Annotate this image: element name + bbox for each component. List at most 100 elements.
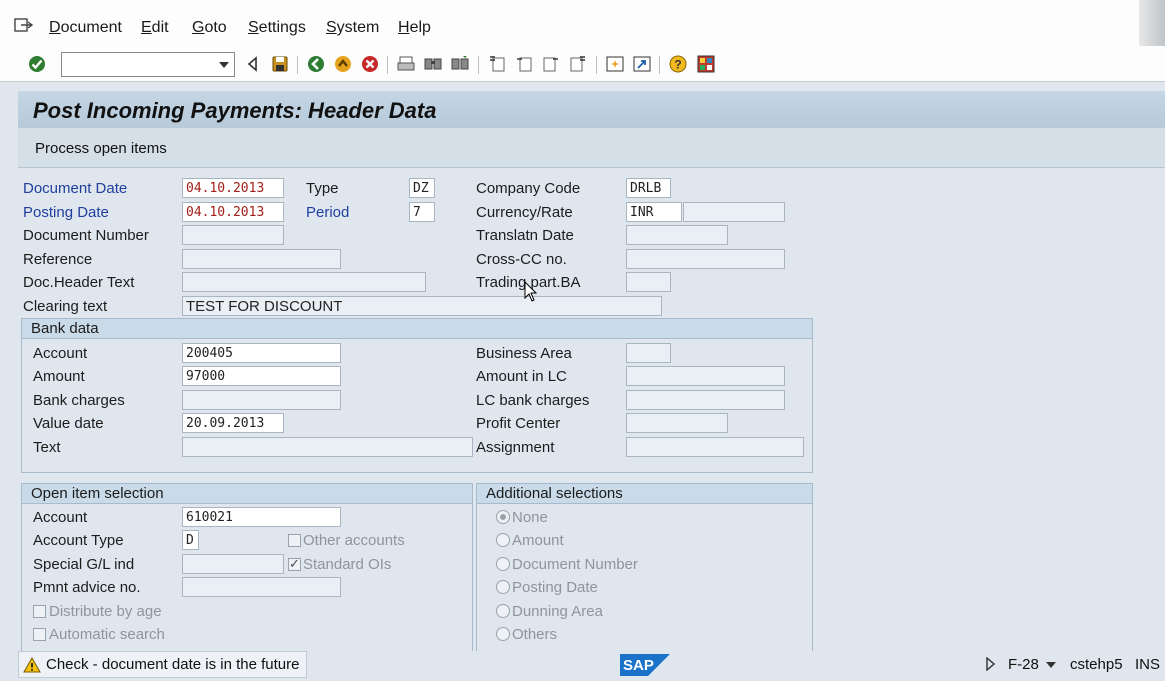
menu-settings[interactable]: Settings <box>248 19 306 37</box>
next-page-icon[interactable] <box>541 54 561 74</box>
radio-dunning-area[interactable] <box>496 604 510 618</box>
document-date-label: Document Date <box>23 180 128 197</box>
oi-account-field[interactable]: 610021 <box>182 507 341 527</box>
document-date-field[interactable]: 04.10.2013 <box>182 178 284 198</box>
last-page-icon[interactable] <box>568 54 588 74</box>
value-date-label: Value date <box>33 415 104 432</box>
amount-field[interactable]: 97000 <box>182 366 341 386</box>
back-arrow-icon[interactable] <box>243 54 263 74</box>
period-label: Period <box>306 204 350 221</box>
lc-bank-charges-field[interactable] <box>626 390 785 410</box>
document-number-field[interactable] <box>182 225 284 245</box>
process-open-items-button[interactable]: Process open items <box>35 140 167 157</box>
insert-mode[interactable]: INS <box>1135 656 1160 673</box>
menu-edit[interactable]: Edit <box>141 19 169 37</box>
print-icon[interactable] <box>396 54 416 74</box>
account-type-field[interactable]: D <box>182 530 199 550</box>
radio-others[interactable] <box>496 627 510 641</box>
radio-amount-label: Amount <box>512 532 564 549</box>
assignment-label: Assignment <box>476 439 555 456</box>
status-dropdown-icon[interactable] <box>1046 662 1056 668</box>
doc-header-text-field[interactable] <box>182 272 426 292</box>
menu-system[interactable]: System <box>326 19 379 37</box>
company-code-field[interactable]: DRLB <box>626 178 671 198</box>
text-field[interactable] <box>182 437 473 457</box>
text-label: Text <box>33 439 61 456</box>
automatic-search-label: Automatic search <box>49 626 165 643</box>
chevron-down-icon[interactable] <box>219 62 229 68</box>
profit-center-field[interactable] <box>626 413 728 433</box>
customize-layout-icon[interactable] <box>696 54 716 74</box>
radio-posting-date[interactable] <box>496 580 510 594</box>
menu-exit-icon[interactable] <box>14 17 34 33</box>
shortcut-icon[interactable] <box>632 54 652 74</box>
other-accounts-checkbox[interactable] <box>288 534 301 547</box>
posting-date-field[interactable]: 04.10.2013 <box>182 202 284 222</box>
distribute-by-age-label: Distribute by age <box>49 603 162 620</box>
status-expand-icon[interactable] <box>985 657 995 671</box>
sap-logo: SAP <box>620 654 670 676</box>
radio-amount[interactable] <box>496 533 510 547</box>
open-item-selection-header: Open item selection <box>22 484 472 504</box>
amount-in-lc-field[interactable] <box>626 366 785 386</box>
distribute-by-age-checkbox[interactable] <box>33 605 46 618</box>
currency-field[interactable]: INR <box>626 202 682 222</box>
find-icon[interactable] <box>423 54 443 74</box>
toolbar-separator <box>596 56 597 74</box>
pmnt-advice-no-field[interactable] <box>182 577 341 597</box>
new-session-icon[interactable] <box>605 54 625 74</box>
trading-part-ba-field[interactable] <box>626 272 671 292</box>
radio-document-number[interactable] <box>496 557 510 571</box>
toolbar-separator <box>659 56 660 74</box>
radio-document-number-label: Document Number <box>512 556 638 573</box>
transaction-code[interactable]: F-28 <box>1008 656 1039 673</box>
exit-icon[interactable] <box>333 54 353 74</box>
translatn-date-label: Translatn Date <box>476 227 574 244</box>
cancel-icon[interactable] <box>360 54 380 74</box>
previous-page-icon[interactable] <box>514 54 534 74</box>
help-icon[interactable]: ? <box>668 54 688 74</box>
bank-charges-field[interactable] <box>182 390 341 410</box>
oi-account-label: Account <box>33 509 88 526</box>
type-field[interactable]: DZ <box>409 178 435 198</box>
save-icon[interactable] <box>270 54 290 74</box>
automatic-search-checkbox[interactable] <box>33 628 46 641</box>
radio-dunning-area-label: Dunning Area <box>512 603 603 620</box>
status-message[interactable]: Check - document date is in the future <box>18 651 307 678</box>
menu-bar: Document Edit Goto Settings System Help <box>0 0 1165 46</box>
special-gl-ind-label: Special G/L ind <box>33 556 135 573</box>
posting-date-label: Posting Date <box>23 204 109 221</box>
enter-check-icon[interactable] <box>27 54 47 74</box>
value-date-field[interactable]: 20.09.2013 <box>182 413 284 433</box>
radio-none-label: None <box>512 509 548 526</box>
menu-document[interactable]: Document <box>49 19 122 37</box>
standard-ois-checkbox[interactable] <box>288 556 301 572</box>
bank-account-label: Account <box>33 345 88 362</box>
bank-account-field[interactable]: 200405 <box>182 343 341 363</box>
cross-cc-label: Cross-CC no. <box>476 251 567 268</box>
profit-center-label: Profit Center <box>476 415 561 432</box>
lc-bank-charges-label: LC bank charges <box>476 392 590 409</box>
radio-none[interactable] <box>496 510 510 524</box>
amount-label: Amount <box>33 368 85 385</box>
first-page-icon[interactable] <box>487 54 507 74</box>
special-gl-ind-field[interactable] <box>182 554 284 574</box>
find-next-icon[interactable] <box>450 54 470 74</box>
back-icon[interactable] <box>306 54 326 74</box>
toolbar-separator <box>478 56 479 74</box>
reference-field[interactable] <box>182 249 341 269</box>
toolbar-separator <box>387 56 388 74</box>
menu-goto[interactable]: Goto <box>192 19 227 37</box>
exchange-rate-field[interactable] <box>683 202 785 222</box>
clearing-text-label: Clearing text <box>23 298 108 315</box>
assignment-field[interactable] <box>626 437 804 457</box>
command-field[interactable] <box>61 52 235 77</box>
menu-help[interactable]: Help <box>398 19 431 37</box>
clearing-text-field[interactable]: TEST FOR DISCOUNT <box>182 296 662 316</box>
reference-label: Reference <box>23 251 93 268</box>
translatn-date-field[interactable] <box>626 225 728 245</box>
period-field[interactable]: 7 <box>409 202 435 222</box>
additional-selections-header: Additional selections <box>477 484 812 504</box>
business-area-field[interactable] <box>626 343 671 363</box>
cross-cc-field[interactable] <box>626 249 785 269</box>
